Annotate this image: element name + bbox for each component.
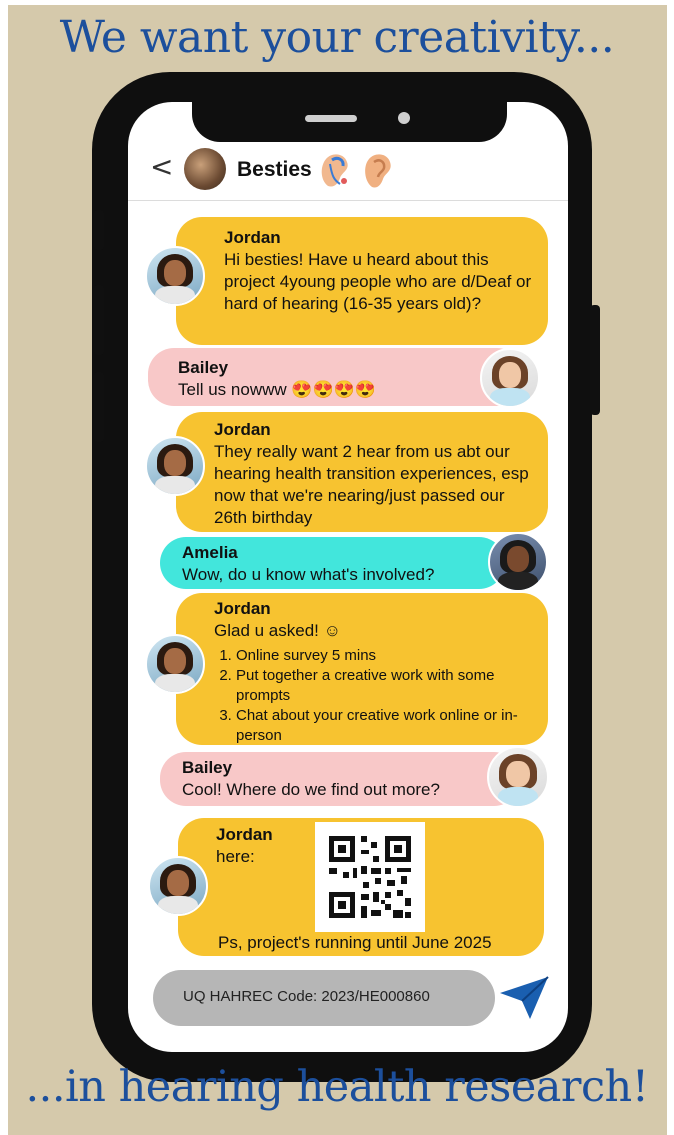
message-sender: Bailey (178, 358, 229, 377)
group-avatar[interactable] (184, 148, 226, 190)
message-text: Wow, do u know what's involved? (182, 565, 435, 584)
headline-top: We want your creativity... (59, 12, 615, 63)
camera-icon (398, 112, 410, 124)
message-sender: Jordan (224, 228, 281, 247)
list-item: Chat about your creative work online or … (236, 706, 538, 746)
message-text: Hi besties! Have u heard about this proj… (224, 250, 532, 313)
message-text: Glad u asked! ☺ (214, 621, 341, 640)
message-bubble: Bailey Cool! Where do we find out more? (160, 752, 520, 806)
send-icon[interactable] (498, 975, 550, 1021)
message-text: Cool! Where do we find out more? (182, 780, 440, 799)
phone-mute-button (94, 210, 104, 250)
phone-notch (192, 86, 507, 142)
message-sender: Bailey (182, 758, 233, 777)
speaker-icon (305, 115, 357, 122)
back-chevron-icon[interactable]: < (150, 150, 173, 183)
group-name[interactable]: Besties (237, 158, 312, 182)
message-bubble: Jordan They really want 2 hear from us a… (176, 412, 548, 532)
avatar-amelia[interactable] (488, 532, 548, 592)
message-text: They really want 2 hear from us abt our … (214, 442, 529, 527)
headline-bottom: ...in hearing health research! (25, 1062, 649, 1112)
message-bubble: Jordan Hi besties! Have u heard about th… (176, 217, 548, 345)
message-bubble: Bailey Tell us nowww 😍😍😍😍 (148, 348, 523, 406)
phone-power-button (590, 305, 600, 415)
avatar-jordan[interactable] (145, 246, 205, 306)
list-item: Put together a creative work with some p… (236, 666, 538, 706)
phone-volume-down-button (94, 372, 104, 442)
message-input-value: UQ HAHREC Code: 2023/HE000860 (183, 988, 430, 1005)
phone-volume-up-button (94, 285, 104, 355)
message-bubble: Amelia Wow, do u know what's involved? (160, 537, 505, 589)
message-sender: Jordan (214, 420, 271, 439)
message-sender: Jordan (214, 599, 271, 618)
avatar-bailey[interactable] (487, 746, 549, 808)
avatar-jordan[interactable] (148, 856, 208, 916)
message-footer: Ps, project's running until June 2025 (218, 933, 492, 952)
ear-icon (365, 154, 391, 188)
message-bubble: Jordan Glad u asked! ☺ Online survey 5 m… (176, 593, 548, 745)
hearing-aid-ear-icon (321, 154, 348, 187)
chat-header: < Besties (128, 140, 568, 201)
message-text: here: (216, 847, 255, 866)
list-item: Online survey 5 mins (236, 646, 538, 666)
qr-code-icon[interactable] (315, 822, 425, 932)
avatar-jordan[interactable] (145, 634, 205, 694)
avatar-jordan[interactable] (145, 436, 205, 496)
avatar-bailey[interactable] (480, 348, 540, 408)
message-sender: Amelia (182, 543, 238, 562)
message-text: Tell us nowww 😍😍😍😍 (178, 380, 377, 399)
steps-list: Online survey 5 mins Put together a crea… (214, 646, 538, 746)
message-input[interactable]: UQ HAHREC Code: 2023/HE000860 (153, 970, 495, 1026)
